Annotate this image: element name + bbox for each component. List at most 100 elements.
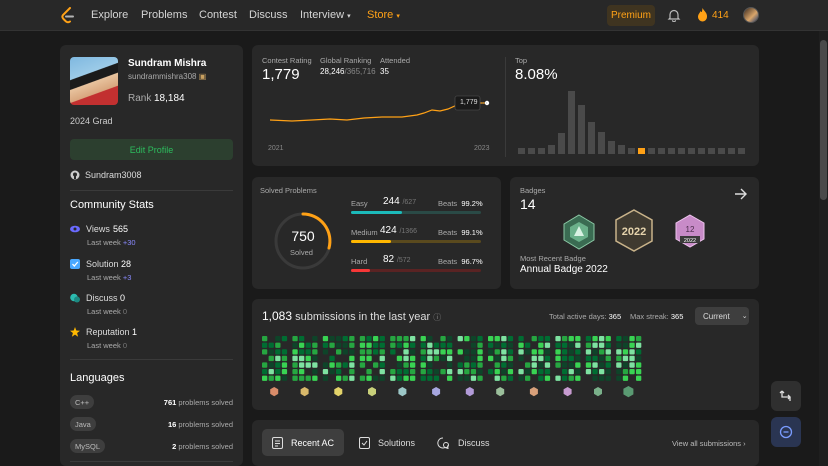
tab-recent-ac[interactable]: Recent AC: [262, 429, 345, 456]
heatmap-cell[interactable]: [329, 369, 335, 375]
heatmap-cell[interactable]: [390, 369, 396, 375]
heatmap-cell[interactable]: [464, 375, 470, 381]
heatmap-cell[interactable]: [494, 362, 500, 368]
heatmap-cell[interactable]: [349, 375, 355, 381]
heatmap-cell[interactable]: [622, 342, 629, 348]
heatmap-cell[interactable]: [477, 349, 483, 355]
heatmap-cell[interactable]: [379, 355, 385, 362]
nav-interview[interactable]: Interview ▾: [300, 9, 351, 21]
heatmap-cell[interactable]: [592, 369, 598, 375]
heatmap-cell[interactable]: [342, 342, 348, 348]
heatmap-cell[interactable]: [275, 336, 281, 342]
heatmap-cell[interactable]: [396, 375, 403, 381]
heatmap-cell[interactable]: [562, 336, 568, 342]
premium-button[interactable]: Premium: [607, 5, 655, 26]
heatmap-cell[interactable]: [275, 349, 281, 355]
heatmap-cell[interactable]: [488, 336, 494, 342]
heatmap-cell[interactable]: [501, 349, 507, 355]
heatmap-cell[interactable]: [420, 362, 426, 368]
heatmap-cell[interactable]: [312, 342, 318, 348]
heatmap-cell[interactable]: [518, 355, 524, 362]
heatmap-cell[interactable]: [440, 342, 446, 348]
heatmap-cell[interactable]: [629, 369, 635, 375]
heatmap-cell[interactable]: [629, 336, 635, 342]
heatmap-cell[interactable]: [420, 355, 426, 362]
heatmap-cell[interactable]: [312, 362, 318, 368]
heatmap-cell[interactable]: [585, 355, 592, 362]
heatmap-cell[interactable]: [599, 369, 605, 375]
heatmap-cell[interactable]: [366, 349, 372, 355]
heatmap-cell[interactable]: [379, 369, 385, 375]
heatmap-cell[interactable]: [555, 362, 561, 368]
heatmap-cell[interactable]: [292, 336, 298, 342]
heatmap-cell[interactable]: [336, 342, 342, 348]
fire-icon[interactable]: [697, 8, 708, 22]
heatmap-cell[interactable]: [390, 375, 396, 381]
heatmap-cell[interactable]: [379, 362, 385, 368]
heatmap-cell[interactable]: [501, 355, 507, 362]
heatmap-cell[interactable]: [322, 375, 329, 381]
heatmap-cell[interactable]: [390, 349, 396, 355]
heatmap-cell[interactable]: [575, 336, 581, 342]
heatmap-cell[interactable]: [336, 375, 342, 381]
submission-heatmap[interactable]: [262, 336, 752, 400]
heatmap-cell[interactable]: [636, 355, 642, 362]
heatmap-cell[interactable]: [440, 349, 446, 355]
heatmap-cell[interactable]: [292, 369, 298, 375]
heatmap-cell[interactable]: [592, 349, 598, 355]
heatmap-cell[interactable]: [592, 355, 598, 362]
heatmap-cell[interactable]: [531, 362, 537, 368]
heatmap-cell[interactable]: [281, 336, 288, 342]
heatmap-cell[interactable]: [292, 375, 298, 381]
heatmap-cell[interactable]: [605, 375, 611, 381]
heatmap-cell[interactable]: [501, 336, 507, 342]
heatmap-cell[interactable]: [322, 336, 329, 342]
heatmap-cell[interactable]: [622, 375, 629, 381]
refresh-button[interactable]: [771, 381, 801, 411]
heatmap-cell[interactable]: [501, 369, 507, 375]
heatmap-cell[interactable]: [477, 342, 483, 348]
heatmap-cell[interactable]: [433, 342, 440, 348]
heatmap-cell[interactable]: [366, 375, 372, 381]
heatmap-cell[interactable]: [299, 355, 305, 362]
heatmap-cell[interactable]: [342, 375, 348, 381]
heatmap-cell[interactable]: [488, 369, 494, 375]
heatmap-cell[interactable]: [622, 349, 629, 355]
heatmap-cell[interactable]: [299, 369, 305, 375]
heatmap-cell[interactable]: [403, 355, 409, 362]
heatmap-cell[interactable]: [305, 342, 311, 348]
heatmap-cell[interactable]: [299, 362, 305, 368]
heatmap-cell[interactable]: [262, 362, 268, 368]
heatmap-cell[interactable]: [464, 336, 470, 342]
heatmap-cell[interactable]: [525, 349, 531, 355]
heatmap-cell[interactable]: [605, 369, 611, 375]
heatmap-cell[interactable]: [420, 375, 426, 381]
heatmap-cell[interactable]: [464, 369, 470, 375]
heatmap-cell[interactable]: [616, 355, 622, 362]
heatmap-cell[interactable]: [305, 355, 311, 362]
heatmap-cell[interactable]: [427, 375, 433, 381]
heatmap-cell[interactable]: [622, 362, 629, 368]
heatmap-cell[interactable]: [592, 375, 598, 381]
monthly-badge-icon[interactable]: [563, 387, 572, 397]
heatmap-cell[interactable]: [562, 349, 568, 355]
heatmap-cell[interactable]: [440, 355, 446, 362]
heatmap-cell[interactable]: [420, 369, 426, 375]
heatmap-cell[interactable]: [292, 362, 298, 368]
heatmap-cell[interactable]: [396, 355, 403, 362]
heatmap-cell[interactable]: [562, 342, 568, 348]
heatmap-cell[interactable]: [555, 342, 561, 348]
heatmap-cell[interactable]: [585, 362, 592, 368]
heatmap-cell[interactable]: [342, 349, 348, 355]
heatmap-cell[interactable]: [329, 336, 335, 342]
heatmap-cell[interactable]: [349, 342, 355, 348]
heatmap-cell[interactable]: [410, 349, 416, 355]
heatmap-cell[interactable]: [262, 369, 268, 375]
heatmap-cell[interactable]: [427, 349, 433, 355]
monthly-badge-icon[interactable]: [432, 387, 441, 397]
heatmap-cell[interactable]: [616, 349, 622, 355]
heatmap-cell[interactable]: [544, 349, 551, 355]
heatmap-cell[interactable]: [349, 369, 355, 375]
heatmap-cell[interactable]: [568, 336, 574, 342]
monthly-badge-icon[interactable]: [334, 387, 343, 397]
